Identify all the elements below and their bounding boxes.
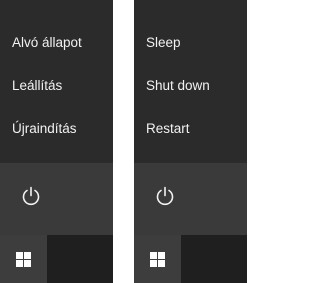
power-options-menu: Alvó állapot Leállítás Újraindítás — [0, 0, 113, 163]
power-icon[interactable] — [20, 185, 42, 207]
power-button-row[interactable] — [0, 163, 113, 235]
windows-logo-icon — [16, 252, 31, 267]
taskbar — [134, 235, 247, 283]
menu-item-restart[interactable]: Újraindítás — [12, 118, 77, 140]
menu-item-shut-down[interactable]: Shut down — [146, 75, 210, 97]
power-button-row[interactable] — [134, 163, 247, 235]
start-button[interactable] — [134, 235, 181, 283]
comparison-stage: Alvó állapot Leállítás Újraindítás Sleep… — [0, 0, 247, 283]
menu-item-sleep[interactable]: Alvó állapot — [12, 32, 82, 54]
power-options-menu: Sleep Shut down Restart — [134, 0, 247, 163]
menu-item-restart[interactable]: Restart — [146, 118, 190, 140]
taskbar — [0, 235, 113, 283]
power-icon[interactable] — [154, 185, 176, 207]
power-menu-panel-english: Sleep Shut down Restart — [134, 0, 247, 283]
menu-item-shut-down[interactable]: Leállítás — [12, 75, 62, 97]
start-button[interactable] — [0, 235, 47, 283]
power-menu-panel-hungarian: Alvó állapot Leállítás Újraindítás — [0, 0, 113, 283]
menu-item-sleep[interactable]: Sleep — [146, 32, 181, 54]
windows-logo-icon — [150, 252, 165, 267]
